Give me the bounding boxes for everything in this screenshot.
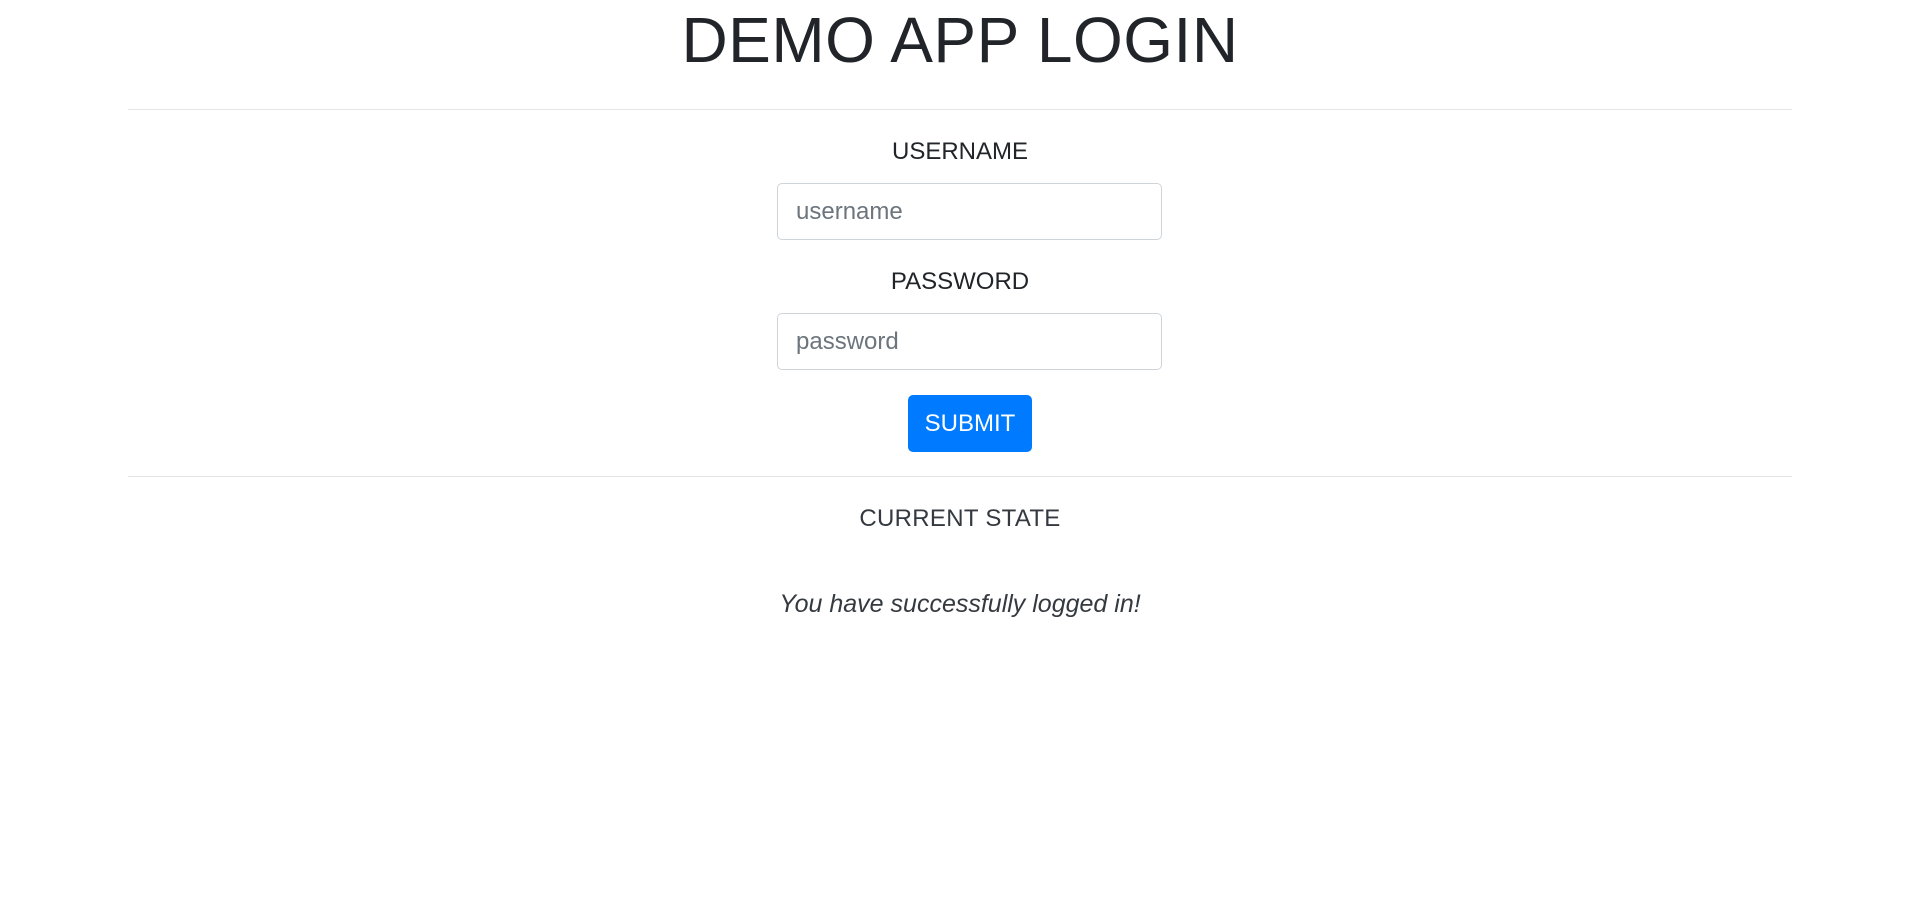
password-input[interactable]: [777, 313, 1162, 370]
submit-button[interactable]: SUBMIT: [908, 395, 1032, 452]
current-state-heading: CURRENT STATE: [859, 505, 1061, 532]
login-status-message: You have successfully logged in!: [779, 590, 1141, 618]
username-input[interactable]: [777, 183, 1162, 240]
top-divider: [128, 109, 1792, 110]
username-label: USERNAME: [891, 138, 1029, 165]
bottom-divider: [128, 476, 1792, 477]
password-label: PASSWORD: [890, 268, 1030, 295]
login-page: DEMO APP LOGIN USERNAME PASSWORD SUBMIT …: [0, 0, 1920, 924]
page-title: DEMO APP LOGIN: [681, 4, 1239, 76]
